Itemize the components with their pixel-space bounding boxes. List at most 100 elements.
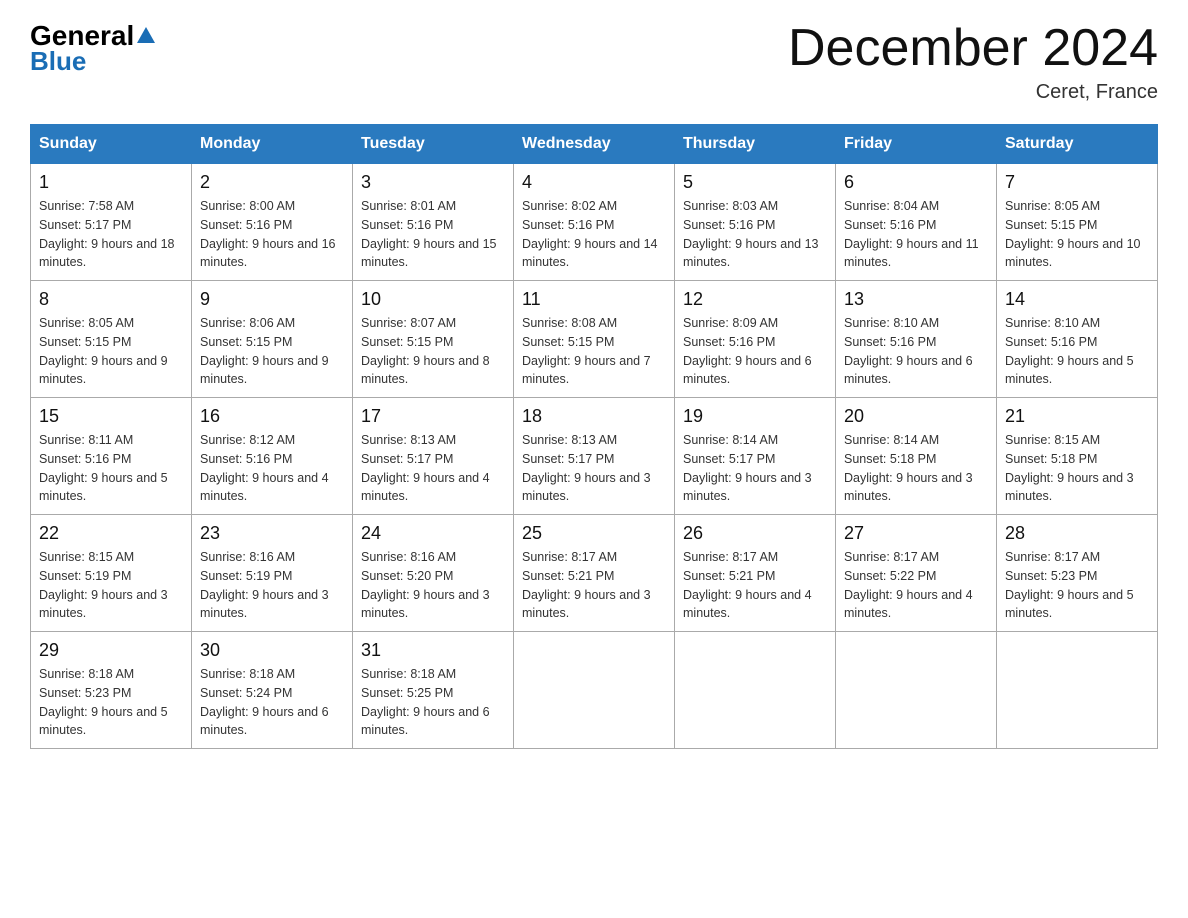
day-info: Sunrise: 8:18 AMSunset: 5:24 PMDaylight:… [200, 665, 344, 740]
day-info: Sunrise: 8:06 AMSunset: 5:15 PMDaylight:… [200, 314, 344, 389]
calendar-cell: 15 Sunrise: 8:11 AMSunset: 5:16 PMDayligh… [31, 398, 192, 515]
calendar-cell: 11Sunrise: 8:08 AMSunset: 5:15 PMDayligh… [514, 281, 675, 398]
day-number: 8 [39, 289, 183, 310]
day-info: Sunrise: 8:14 AMSunset: 5:18 PMDaylight:… [844, 431, 988, 506]
day-number: 12 [683, 289, 827, 310]
calendar-cell: 1 Sunrise: 7:58 AMSunset: 5:17 PMDaylight… [31, 164, 192, 281]
day-number: 1 [39, 172, 183, 193]
calendar-cell [675, 632, 836, 749]
day-info: Sunrise: 8:05 AMSunset: 5:15 PMDaylight:… [1005, 197, 1149, 272]
day-info: Sunrise: 7:58 AMSunset: 5:17 PMDaylight:… [39, 197, 183, 272]
day-info: Sunrise: 8:07 AMSunset: 5:15 PMDaylight:… [361, 314, 505, 389]
day-info: Sunrise: 8:14 AMSunset: 5:17 PMDaylight:… [683, 431, 827, 506]
day-info: Sunrise: 8:02 AMSunset: 5:16 PMDaylight:… [522, 197, 666, 272]
week-row-1: 1 Sunrise: 7:58 AMSunset: 5:17 PMDaylight… [31, 164, 1158, 281]
day-number: 31 [361, 640, 505, 661]
calendar-cell: 8 Sunrise: 8:05 AMSunset: 5:15 PMDaylight… [31, 281, 192, 398]
calendar-cell [836, 632, 997, 749]
day-number: 30 [200, 640, 344, 661]
week-row-5: 29Sunrise: 8:18 AMSunset: 5:23 PMDayligh… [31, 632, 1158, 749]
day-info: Sunrise: 8:15 AMSunset: 5:19 PMDaylight:… [39, 548, 183, 623]
calendar-cell: 18 Sunrise: 8:13 AMSunset: 5:17 PMDayligh… [514, 398, 675, 515]
calendar-cell: 23 Sunrise: 8:16 AMSunset: 5:19 PMDayligh… [192, 515, 353, 632]
calendar-cell [997, 632, 1158, 749]
calendar-cell: 27 Sunrise: 8:17 AMSunset: 5:22 PMDayligh… [836, 515, 997, 632]
day-info: Sunrise: 8:18 AMSunset: 5:25 PMDaylight:… [361, 665, 505, 740]
calendar-cell: 21 Sunrise: 8:15 AMSunset: 5:18 PMDayligh… [997, 398, 1158, 515]
day-info: Sunrise: 8:16 AMSunset: 5:20 PMDaylight:… [361, 548, 505, 623]
day-number: 4 [522, 172, 666, 193]
day-number: 28 [1005, 523, 1149, 544]
calendar-cell: 13 Sunrise: 8:10 AMSunset: 5:16 PMDayligh… [836, 281, 997, 398]
day-number: 10 [361, 289, 505, 310]
day-number: 21 [1005, 406, 1149, 427]
day-info: Sunrise: 8:12 AMSunset: 5:16 PMDaylight:… [200, 431, 344, 506]
day-info: Sunrise: 8:10 AMSunset: 5:16 PMDaylight:… [844, 314, 988, 389]
day-number: 19 [683, 406, 827, 427]
calendar-cell: 20Sunrise: 8:14 AMSunset: 5:18 PMDayligh… [836, 398, 997, 515]
day-number: 17 [361, 406, 505, 427]
day-info: Sunrise: 8:08 AMSunset: 5:15 PMDaylight:… [522, 314, 666, 389]
title-area: December 2024 Ceret, France [788, 20, 1158, 104]
day-info: Sunrise: 8:17 AMSunset: 5:22 PMDaylight:… [844, 548, 988, 623]
calendar-cell [514, 632, 675, 749]
header-sunday: Sunday [31, 125, 192, 164]
month-title: December 2024 [788, 20, 1158, 77]
day-number: 26 [683, 523, 827, 544]
header-thursday: Thursday [675, 125, 836, 164]
logo-triangle-icon [135, 25, 157, 47]
calendar-cell: 9 Sunrise: 8:06 AMSunset: 5:15 PMDaylight… [192, 281, 353, 398]
calendar-cell: 28 Sunrise: 8:17 AMSunset: 5:23 PMDayligh… [997, 515, 1158, 632]
day-info: Sunrise: 8:11 AMSunset: 5:16 PMDaylight:… [39, 431, 183, 506]
day-info: Sunrise: 8:13 AMSunset: 5:17 PMDaylight:… [522, 431, 666, 506]
day-info: Sunrise: 8:18 AMSunset: 5:23 PMDaylight:… [39, 665, 183, 740]
calendar-cell: 10 Sunrise: 8:07 AMSunset: 5:15 PMDayligh… [353, 281, 514, 398]
day-info: Sunrise: 8:17 AMSunset: 5:21 PMDaylight:… [683, 548, 827, 623]
day-number: 13 [844, 289, 988, 310]
day-info: Sunrise: 8:10 AMSunset: 5:16 PMDaylight:… [1005, 314, 1149, 389]
day-info: Sunrise: 8:17 AMSunset: 5:23 PMDaylight:… [1005, 548, 1149, 623]
day-number: 23 [200, 523, 344, 544]
calendar-cell: 29Sunrise: 8:18 AMSunset: 5:23 PMDayligh… [31, 632, 192, 749]
day-number: 16 [200, 406, 344, 427]
day-number: 25 [522, 523, 666, 544]
calendar-cell: 19 Sunrise: 8:14 AMSunset: 5:17 PMDayligh… [675, 398, 836, 515]
day-info: Sunrise: 8:17 AMSunset: 5:21 PMDaylight:… [522, 548, 666, 623]
calendar-cell: 14 Sunrise: 8:10 AMSunset: 5:16 PMDayligh… [997, 281, 1158, 398]
calendar-cell: 5Sunrise: 8:03 AMSunset: 5:16 PMDaylight… [675, 164, 836, 281]
day-info: Sunrise: 8:01 AMSunset: 5:16 PMDaylight:… [361, 197, 505, 272]
header: General Blue December 2024 Ceret, France [30, 20, 1158, 104]
day-info: Sunrise: 8:13 AMSunset: 5:17 PMDaylight:… [361, 431, 505, 506]
calendar-cell: 30 Sunrise: 8:18 AMSunset: 5:24 PMDayligh… [192, 632, 353, 749]
header-tuesday: Tuesday [353, 125, 514, 164]
day-number: 24 [361, 523, 505, 544]
header-monday: Monday [192, 125, 353, 164]
day-number: 9 [200, 289, 344, 310]
day-info: Sunrise: 8:16 AMSunset: 5:19 PMDaylight:… [200, 548, 344, 623]
calendar-cell: 4 Sunrise: 8:02 AMSunset: 5:16 PMDaylight… [514, 164, 675, 281]
calendar-cell: 22 Sunrise: 8:15 AMSunset: 5:19 PMDayligh… [31, 515, 192, 632]
calendar-cell: 7Sunrise: 8:05 AMSunset: 5:15 PMDaylight… [997, 164, 1158, 281]
week-row-2: 8 Sunrise: 8:05 AMSunset: 5:15 PMDaylight… [31, 281, 1158, 398]
day-info: Sunrise: 8:09 AMSunset: 5:16 PMDaylight:… [683, 314, 827, 389]
day-number: 2 [200, 172, 344, 193]
day-number: 22 [39, 523, 183, 544]
weekday-header-row: Sunday Monday Tuesday Wednesday Thursday… [31, 125, 1158, 164]
logo-blue-text: Blue [30, 46, 86, 76]
calendar-cell: 12 Sunrise: 8:09 AMSunset: 5:16 PMDayligh… [675, 281, 836, 398]
calendar-cell: 3Sunrise: 8:01 AMSunset: 5:16 PMDaylight… [353, 164, 514, 281]
day-number: 18 [522, 406, 666, 427]
calendar-cell: 2 Sunrise: 8:00 AMSunset: 5:16 PMDaylight… [192, 164, 353, 281]
day-number: 14 [1005, 289, 1149, 310]
day-number: 27 [844, 523, 988, 544]
calendar-cell: 26 Sunrise: 8:17 AMSunset: 5:21 PMDayligh… [675, 515, 836, 632]
week-row-3: 15 Sunrise: 8:11 AMSunset: 5:16 PMDayligh… [31, 398, 1158, 515]
day-info: Sunrise: 8:05 AMSunset: 5:15 PMDaylight:… [39, 314, 183, 389]
day-info: Sunrise: 8:15 AMSunset: 5:18 PMDaylight:… [1005, 431, 1149, 506]
header-saturday: Saturday [997, 125, 1158, 164]
header-wednesday: Wednesday [514, 125, 675, 164]
day-info: Sunrise: 8:00 AMSunset: 5:16 PMDaylight:… [200, 197, 344, 272]
calendar-cell: 25 Sunrise: 8:17 AMSunset: 5:21 PMDayligh… [514, 515, 675, 632]
day-number: 15 [39, 406, 183, 427]
day-number: 5 [683, 172, 827, 193]
